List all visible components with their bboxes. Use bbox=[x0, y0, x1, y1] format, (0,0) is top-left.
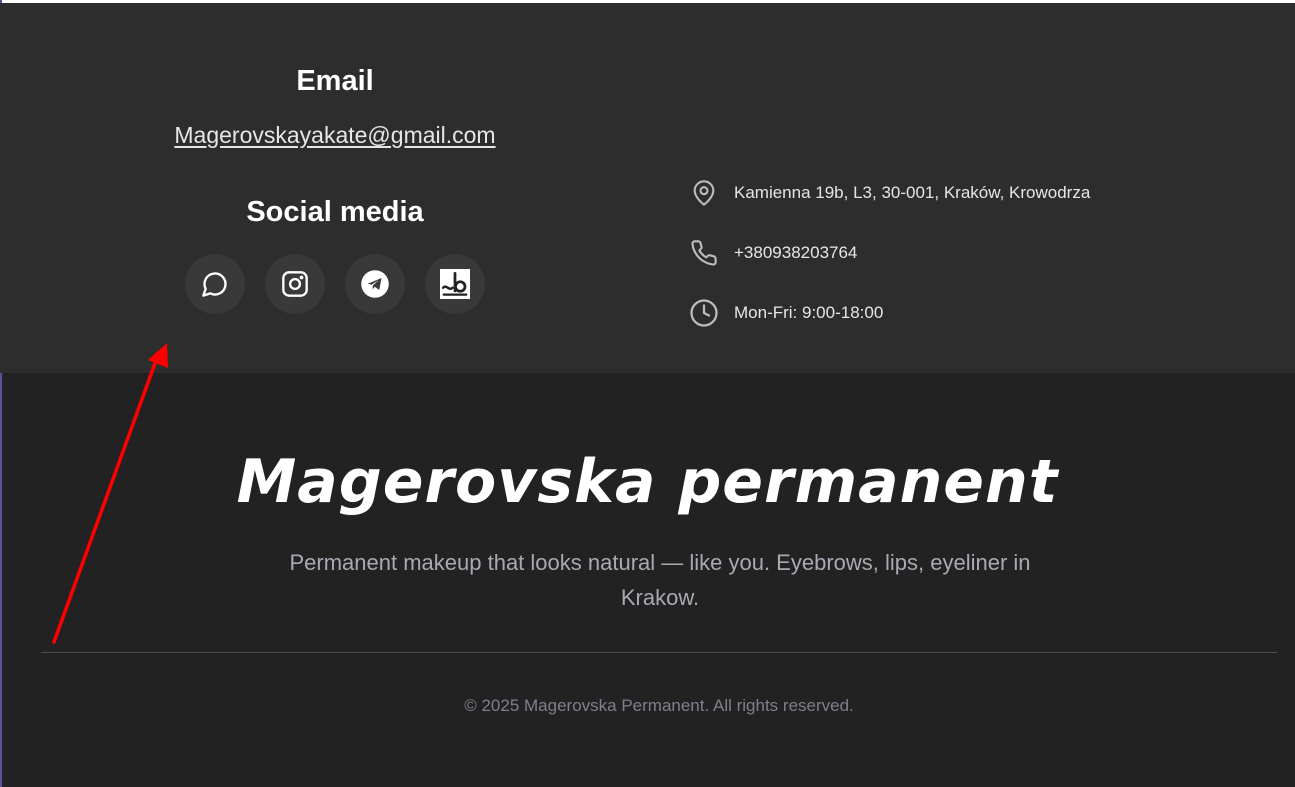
email-heading: Email bbox=[296, 65, 374, 97]
instagram-icon bbox=[282, 271, 308, 297]
footer-divider bbox=[41, 652, 1277, 653]
contact-section: Email Magerovskayakate@gmail.com Social … bbox=[0, 3, 1295, 373]
chat-icon bbox=[202, 272, 227, 297]
map-pin-icon bbox=[688, 177, 720, 209]
email-link[interactable]: Magerovskayakate@gmail.com bbox=[120, 122, 550, 149]
contact-info-list: Kamienna 19b, L3, 30-001, Kraków, Krowod… bbox=[688, 163, 1090, 343]
hours-text: Mon-Fri: 9:00-18:00 bbox=[734, 303, 884, 322]
address-text: Kamienna 19b, L3, 30-001, Kraków, Krowod… bbox=[734, 183, 1091, 202]
instagram-button[interactable] bbox=[265, 254, 325, 314]
phone-icon bbox=[688, 237, 720, 269]
booksy-icon bbox=[440, 269, 470, 299]
telegram-icon bbox=[361, 270, 389, 298]
phone-row[interactable]: +380938203764 bbox=[688, 223, 1090, 283]
clock-icon bbox=[688, 297, 720, 329]
telegram-button[interactable] bbox=[345, 254, 405, 314]
booksy-button[interactable] bbox=[425, 254, 485, 314]
address-row: Kamienna 19b, L3, 30-001, Kraków, Krowod… bbox=[688, 163, 1090, 223]
brand-title: Magerovska permanent bbox=[236, 447, 1059, 517]
copyright-text: © 2025 Magerovska Permanent. All rights … bbox=[464, 696, 854, 715]
phone-text[interactable]: +380938203764 bbox=[734, 243, 857, 263]
brand-tagline: Permanent makeup that looks natural — li… bbox=[289, 550, 1031, 610]
hours-row: Mon-Fri: 9:00-18:00 bbox=[688, 283, 1090, 343]
social-media-links bbox=[185, 254, 485, 314]
chat-button[interactable] bbox=[185, 254, 245, 314]
social-media-heading: Social media bbox=[246, 196, 424, 228]
